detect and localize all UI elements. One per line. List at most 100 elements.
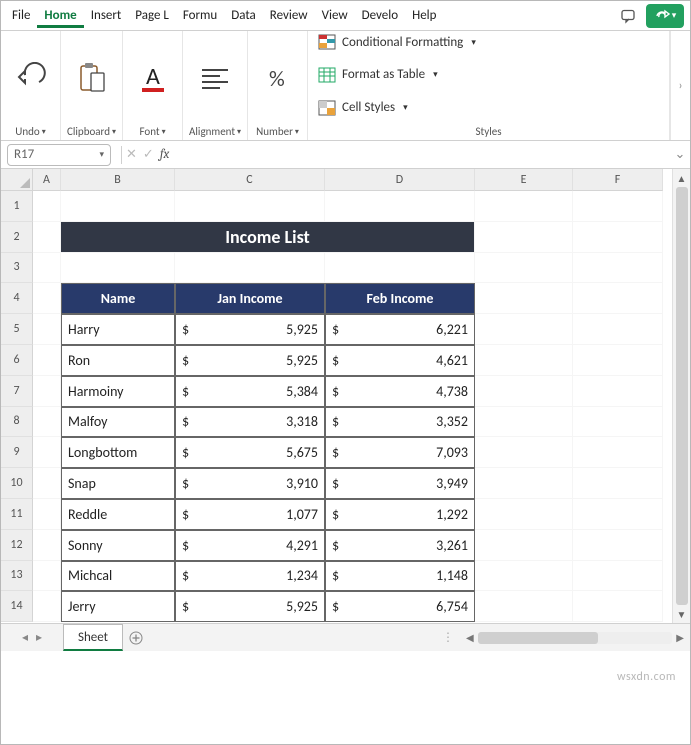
cell[interactable] — [33, 591, 61, 622]
tab-page-layout[interactable]: Page L — [128, 4, 176, 27]
cell[interactable] — [33, 499, 61, 530]
cell[interactable] — [573, 437, 663, 468]
data-name-cell[interactable]: Reddle — [61, 499, 175, 530]
cell[interactable] — [573, 222, 663, 253]
data-jan-cell[interactable]: $5,925 — [175, 345, 325, 376]
cell[interactable] — [33, 222, 61, 253]
scroll-up-icon[interactable]: ▲ — [673, 169, 690, 187]
cell-styles-button[interactable]: Cell Styles▾ — [314, 92, 663, 123]
cell[interactable] — [475, 376, 573, 407]
sheet-nav[interactable]: ◂▸ — [1, 630, 63, 645]
tab-file[interactable]: File — [5, 4, 37, 27]
data-feb-cell[interactable]: $4,621 — [325, 345, 475, 376]
sheet-tab-active[interactable]: Sheet — [63, 624, 123, 651]
select-all-corner[interactable] — [1, 169, 33, 191]
scroll-right-icon[interactable]: ▶ — [676, 631, 684, 644]
data-feb-cell[interactable]: $6,221 — [325, 314, 475, 345]
data-name-cell[interactable]: Longbottom — [61, 437, 175, 468]
sheet-area[interactable]: ABCDEF Income ListNameJan IncomeFeb Inco… — [33, 169, 672, 623]
data-feb-cell[interactable]: $1,148 — [325, 561, 475, 592]
cell[interactable] — [33, 407, 61, 438]
row-header[interactable]: 12 — [1, 530, 33, 561]
alignment-icon[interactable] — [198, 64, 232, 94]
cell[interactable] — [573, 314, 663, 345]
enter-icon[interactable]: ✓ — [143, 147, 154, 162]
row-header[interactable]: 13 — [1, 561, 33, 592]
cell[interactable] — [33, 468, 61, 499]
cell[interactable] — [33, 561, 61, 592]
cell[interactable] — [475, 283, 573, 314]
cell[interactable] — [33, 283, 61, 314]
comments-button[interactable] — [614, 4, 642, 28]
column-header[interactable]: F — [573, 169, 663, 191]
vertical-scrollbar[interactable]: ▲ ▼ — [672, 169, 690, 623]
data-feb-cell[interactable]: $4,738 — [325, 376, 475, 407]
chevron-down-icon[interactable]: ▾ — [295, 127, 299, 137]
cell[interactable] — [33, 314, 61, 345]
cell[interactable] — [33, 437, 61, 468]
chevron-down-icon[interactable]: ▾ — [237, 127, 241, 137]
cell[interactable] — [61, 253, 175, 284]
horizontal-scrollbar[interactable]: ◀ ▶ — [460, 630, 690, 646]
font-icon[interactable]: A — [138, 62, 168, 96]
share-button[interactable]: ▾ — [646, 4, 684, 28]
cell[interactable] — [475, 314, 573, 345]
data-feb-cell[interactable]: $3,352 — [325, 407, 475, 438]
cell[interactable] — [573, 283, 663, 314]
data-name-cell[interactable]: Snap — [61, 468, 175, 499]
cell[interactable] — [573, 499, 663, 530]
cell[interactable] — [475, 253, 573, 284]
cell[interactable] — [573, 376, 663, 407]
row-header[interactable]: 5 — [1, 314, 33, 345]
cell[interactable] — [475, 561, 573, 592]
format-as-table-button[interactable]: Format as Table▾ — [314, 59, 663, 90]
name-box[interactable]: R17▾ — [7, 144, 111, 166]
data-name-cell[interactable]: Harmoiny — [61, 376, 175, 407]
tab-home[interactable]: Home — [37, 4, 83, 28]
row-header[interactable]: 7 — [1, 376, 33, 407]
tab-view[interactable]: View — [315, 4, 355, 27]
data-name-cell[interactable]: Jerry — [61, 591, 175, 622]
cell[interactable] — [33, 376, 61, 407]
cell[interactable] — [475, 222, 573, 253]
fx-icon[interactable]: fx — [160, 147, 170, 162]
data-feb-cell[interactable]: $6,754 — [325, 591, 475, 622]
cell[interactable] — [33, 191, 61, 222]
scroll-thumb[interactable] — [676, 187, 688, 605]
data-name-cell[interactable]: Ron — [61, 345, 175, 376]
cell[interactable] — [573, 345, 663, 376]
header-feb[interactable]: Feb Income — [325, 283, 475, 314]
cell[interactable] — [573, 191, 663, 222]
data-jan-cell[interactable]: $5,925 — [175, 591, 325, 622]
tab-insert[interactable]: Insert — [84, 4, 129, 27]
column-header[interactable]: A — [33, 169, 61, 191]
clipboard-icon[interactable] — [75, 61, 109, 97]
data-jan-cell[interactable]: $5,925 — [175, 314, 325, 345]
cell[interactable] — [61, 191, 175, 222]
tab-data[interactable]: Data — [224, 4, 263, 27]
data-jan-cell[interactable]: $1,234 — [175, 561, 325, 592]
tab-developer[interactable]: Develo — [355, 4, 405, 27]
data-jan-cell[interactable]: $4,291 — [175, 530, 325, 561]
scroll-thumb[interactable] — [478, 632, 598, 644]
column-header[interactable]: B — [61, 169, 175, 191]
cell[interactable] — [573, 530, 663, 561]
row-header[interactable]: 9 — [1, 437, 33, 468]
cell[interactable] — [33, 253, 61, 284]
column-header[interactable]: D — [325, 169, 475, 191]
cell[interactable] — [475, 468, 573, 499]
data-jan-cell[interactable]: $3,910 — [175, 468, 325, 499]
cell[interactable] — [475, 530, 573, 561]
tab-formulas[interactable]: Formu — [176, 4, 224, 27]
cell[interactable] — [573, 407, 663, 438]
data-jan-cell[interactable]: $5,384 — [175, 376, 325, 407]
data-jan-cell[interactable]: $5,675 — [175, 437, 325, 468]
title-band[interactable]: Income List — [61, 222, 475, 253]
cell[interactable] — [175, 191, 325, 222]
row-header[interactable]: 3 — [1, 253, 33, 284]
data-feb-cell[interactable]: $7,093 — [325, 437, 475, 468]
add-sheet-button[interactable] — [123, 631, 149, 645]
scroll-down-icon[interactable]: ▼ — [673, 605, 690, 623]
row-header[interactable]: 14 — [1, 591, 33, 622]
cell[interactable] — [475, 437, 573, 468]
